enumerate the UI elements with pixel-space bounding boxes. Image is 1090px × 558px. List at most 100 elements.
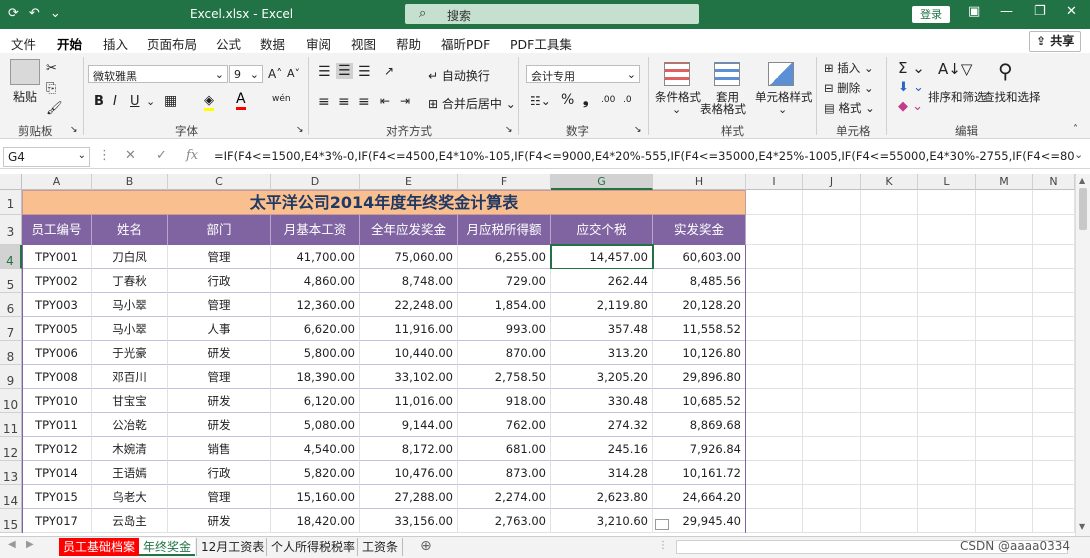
table-cell[interactable]: 8,748.00: [360, 269, 458, 293]
grid-cell[interactable]: [803, 509, 861, 533]
grid-cell[interactable]: [861, 317, 918, 341]
table-cell[interactable]: 993.00: [458, 317, 551, 341]
table-cell[interactable]: 870.00: [458, 341, 551, 365]
alignment-launcher-icon[interactable]: ↘: [505, 125, 513, 135]
tab-file[interactable]: 文件: [11, 34, 36, 53]
table-cell[interactable]: TPY015: [22, 485, 92, 509]
select-all-corner[interactable]: [0, 174, 22, 190]
table-cell[interactable]: 762.00: [458, 413, 551, 437]
name-box[interactable]: G4 ⌄: [3, 147, 90, 167]
grid-cell[interactable]: [803, 215, 861, 245]
grid-cell[interactable]: [803, 269, 861, 293]
autosave-icon[interactable]: ⟳: [8, 6, 19, 21]
grid-cell[interactable]: [746, 269, 803, 293]
table-cell[interactable]: 18,390.00: [271, 365, 360, 389]
tab-help[interactable]: 帮助: [396, 34, 421, 53]
comma-style-icon[interactable]: ❟: [583, 92, 589, 108]
chevron-down-icon[interactable]: ⌄: [672, 103, 681, 116]
grid-cell[interactable]: [803, 437, 861, 461]
vertical-scrollbar[interactable]: ▲ ▼: [1075, 174, 1090, 536]
expand-formula-icon[interactable]: ⌄: [1074, 148, 1083, 161]
bold-icon[interactable]: B: [94, 94, 104, 109]
col-header-l[interactable]: L: [918, 174, 976, 190]
table-cell[interactable]: 245.16: [551, 437, 653, 461]
table-cell[interactable]: 2,623.80: [551, 485, 653, 509]
conditional-format-icon[interactable]: [664, 62, 690, 86]
grid-cell[interactable]: [1033, 190, 1075, 215]
col-header-j[interactable]: J: [803, 174, 861, 190]
table-cell[interactable]: 4,860.00: [271, 269, 360, 293]
tab-splitter-icon[interactable]: ⋮: [658, 540, 668, 551]
table-cell[interactable]: TPY010: [22, 389, 92, 413]
grid-cell[interactable]: [803, 341, 861, 365]
enter-icon[interactable]: ✓: [156, 148, 167, 163]
align-center-icon[interactable]: ≡: [338, 94, 350, 110]
grid-cell[interactable]: [861, 293, 918, 317]
table-cell[interactable]: 41,700.00: [271, 245, 360, 269]
table-cell[interactable]: 乌老大: [92, 485, 168, 509]
fill-color-icon[interactable]: ◈: [204, 93, 214, 111]
table-cell[interactable]: TPY017: [22, 509, 92, 533]
table-cell[interactable]: 10,126.80: [653, 341, 746, 365]
grid-cell[interactable]: [746, 365, 803, 389]
tab-data[interactable]: 数据: [260, 34, 285, 53]
table-cell[interactable]: 8,869.68: [653, 413, 746, 437]
maximize-icon[interactable]: ❐: [1034, 4, 1046, 19]
table-cell[interactable]: 60,603.00: [653, 245, 746, 269]
table-cell[interactable]: 公冶乾: [92, 413, 168, 437]
close-icon[interactable]: ✕: [1066, 4, 1077, 19]
table-cell[interactable]: 6,255.00: [458, 245, 551, 269]
table-cell[interactable]: 22,248.00: [360, 293, 458, 317]
paste-label[interactable]: 粘贴: [13, 88, 37, 105]
grid-cell[interactable]: [861, 509, 918, 533]
grid-cell[interactable]: [803, 293, 861, 317]
insert-function-icon[interactable]: fx: [186, 148, 198, 163]
chevron-down-icon[interactable]: ⌄: [778, 103, 787, 116]
grid-cell[interactable]: [746, 190, 803, 215]
row-header-11[interactable]: 11: [0, 413, 22, 437]
table-cell[interactable]: 274.32: [551, 413, 653, 437]
table-cell[interactable]: 33,156.00: [360, 509, 458, 533]
table-cell[interactable]: 5,820.00: [271, 461, 360, 485]
ribbon-display-icon[interactable]: ▣: [968, 4, 980, 19]
chevron-down-icon[interactable]: ⌄: [146, 95, 155, 108]
grid-cell[interactable]: [1033, 317, 1075, 341]
grid-cell[interactable]: [861, 245, 918, 269]
grid-cell[interactable]: [861, 389, 918, 413]
increase-font-icon[interactable]: A˄: [268, 67, 282, 81]
table-cell[interactable]: 2,763.00: [458, 509, 551, 533]
table-cell[interactable]: 11,016.00: [360, 389, 458, 413]
table-header-cell[interactable]: 月应税所得额: [458, 215, 551, 245]
share-button[interactable]: ⇪ 共享: [1029, 31, 1081, 52]
scroll-up-icon[interactable]: ▲: [1079, 176, 1085, 185]
sort-filter-button[interactable]: 排序和筛选: [928, 89, 986, 105]
delete-cells-button[interactable]: ⊟ 删除 ⌄: [824, 80, 874, 96]
table-cell[interactable]: TPY014: [22, 461, 92, 485]
insert-cells-button[interactable]: ⊞ 插入 ⌄: [824, 60, 874, 76]
grid-cell[interactable]: [976, 509, 1033, 533]
table-cell[interactable]: TPY001: [22, 245, 92, 269]
table-cell[interactable]: 313.20: [551, 341, 653, 365]
format-cells-button[interactable]: ▤ 格式 ⌄: [824, 100, 875, 116]
table-cell[interactable]: 29,896.80: [653, 365, 746, 389]
font-name-select[interactable]: 微软雅黑 ⌄: [88, 65, 228, 83]
wrap-text-button[interactable]: ↵ 自动换行: [428, 67, 490, 84]
grid-cell[interactable]: [1033, 215, 1075, 245]
undo-icon[interactable]: ↶: [29, 6, 40, 21]
table-cell[interactable]: 刀白凤: [92, 245, 168, 269]
table-cell[interactable]: 销售: [168, 437, 271, 461]
decrease-font-icon[interactable]: A˅: [287, 67, 300, 80]
table-cell[interactable]: 8,172.00: [360, 437, 458, 461]
fill-icon[interactable]: ⬇ ⌄: [898, 80, 924, 95]
find-select-button[interactable]: 查找和选择: [983, 89, 1041, 105]
grid-cell[interactable]: [861, 413, 918, 437]
row-header-9[interactable]: 9: [0, 365, 22, 389]
table-cell[interactable]: 7,926.84: [653, 437, 746, 461]
phonetic-icon[interactable]: wén: [272, 94, 291, 104]
search-box[interactable]: ⌕ 搜索: [405, 4, 699, 24]
table-cell[interactable]: 10,476.00: [360, 461, 458, 485]
italic-icon[interactable]: I: [113, 94, 117, 109]
sheet-tab-year-end-bonus[interactable]: 年终奖金: [139, 538, 196, 556]
col-header-i[interactable]: I: [746, 174, 803, 190]
tab-review[interactable]: 审阅: [306, 34, 331, 53]
